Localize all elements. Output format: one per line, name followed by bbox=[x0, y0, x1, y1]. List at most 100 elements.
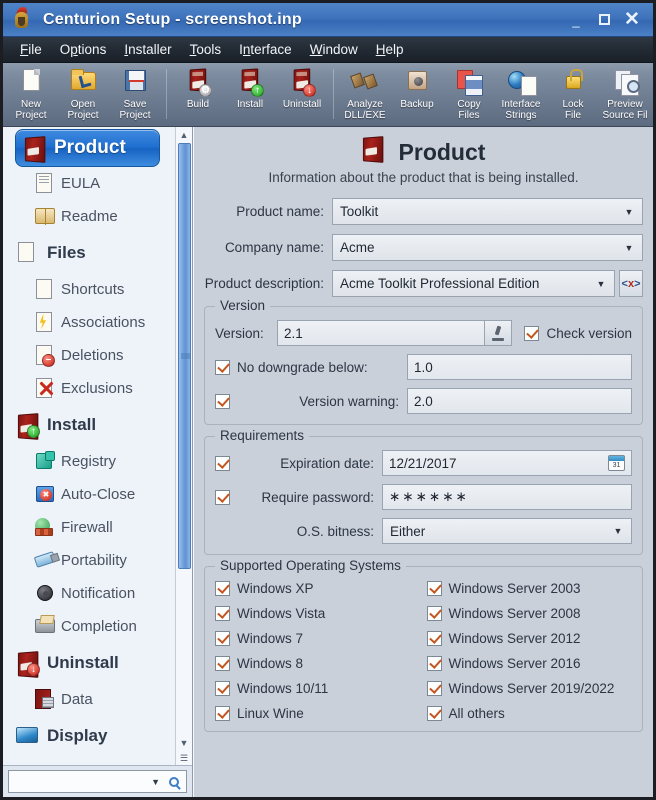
toolbar-backup[interactable]: Backup bbox=[391, 65, 443, 125]
toolbar-copy-files[interactable]: Copy Files bbox=[443, 65, 495, 125]
menu-help[interactable]: Help bbox=[367, 39, 413, 60]
main-panel: Product Information about the product th… bbox=[193, 127, 653, 797]
os-checkbox[interactable] bbox=[215, 681, 230, 696]
sidebar-scrollbar[interactable]: ▲ ▼ ☰ bbox=[175, 127, 192, 765]
chevron-down-icon[interactable]: ▼ bbox=[146, 777, 165, 787]
sidebar-item-notification[interactable]: Notification bbox=[11, 577, 192, 610]
toolbar-build[interactable]: ⚙ Build bbox=[172, 65, 224, 125]
no-downgrade-checkbox[interactable] bbox=[215, 359, 230, 375]
sidebar-item-exclusions[interactable]: Exclusions bbox=[11, 372, 192, 405]
version-warning-checkbox[interactable] bbox=[215, 393, 230, 409]
os-checkbox[interactable] bbox=[426, 681, 442, 696]
microscope-icon[interactable] bbox=[484, 320, 513, 346]
sidebar-item-portability[interactable]: Portability bbox=[11, 544, 192, 577]
scrollbar-thumb[interactable] bbox=[177, 143, 191, 570]
os-checkbox-row[interactable]: Windows Server 2012 bbox=[426, 631, 633, 646]
description-code-button[interactable]: < x > bbox=[619, 270, 643, 297]
company-name-value: Acme bbox=[340, 240, 375, 255]
chevron-down-icon[interactable]: ▼ bbox=[618, 207, 640, 217]
os-checkbox[interactable] bbox=[426, 656, 442, 671]
menu-tools[interactable]: Tools bbox=[181, 39, 231, 60]
check-version-checkbox[interactable] bbox=[524, 325, 540, 341]
maximize-button[interactable] bbox=[591, 8, 617, 32]
version-warning-input[interactable]: 2.0 bbox=[407, 388, 632, 414]
chevron-down-icon[interactable]: ▼ bbox=[176, 735, 193, 751]
menu-file[interactable]: File bbox=[11, 39, 51, 60]
resize-grip-icon[interactable]: ☰ bbox=[176, 751, 193, 765]
chevron-down-icon[interactable]: ▼ bbox=[607, 526, 629, 536]
product-description-combo[interactable]: Acme Toolkit Professional Edition ▼ bbox=[332, 270, 615, 297]
version-warning-label: Version warning: bbox=[299, 393, 399, 409]
close-button[interactable]: ✕ bbox=[619, 8, 645, 32]
sidebar-item-eula[interactable]: EULA bbox=[11, 167, 192, 200]
toolbar-uninstall[interactable]: ↓ Uninstall bbox=[276, 65, 328, 125]
sidebar-item-firewall[interactable]: Firewall bbox=[11, 511, 192, 544]
sidebar-item-install[interactable]: ↑ Install bbox=[11, 405, 192, 445]
sidebar-item-readme[interactable]: Readme bbox=[11, 200, 192, 233]
bitness-combo[interactable]: Either ▼ bbox=[382, 518, 632, 544]
product-name-combo[interactable]: Toolkit ▼ bbox=[332, 198, 643, 225]
search-box[interactable]: ▼ bbox=[8, 770, 187, 793]
os-label: Linux Wine bbox=[237, 706, 304, 721]
os-checkbox-row[interactable]: Windows 7 bbox=[215, 631, 421, 646]
sidebar-item-uninstall[interactable]: ↓ Uninstall bbox=[11, 643, 192, 683]
os-checkbox[interactable] bbox=[215, 581, 230, 596]
check-version-checkbox-row[interactable]: Check version bbox=[524, 325, 632, 341]
sidebar-item-deletions[interactable]: – Deletions bbox=[11, 339, 192, 372]
os-checkbox[interactable] bbox=[215, 656, 230, 671]
os-checkbox[interactable] bbox=[215, 606, 230, 621]
expiration-date-input[interactable]: 12/21/2017 31 bbox=[382, 450, 632, 476]
company-name-combo[interactable]: Acme ▼ bbox=[332, 234, 643, 261]
toolbar-lock-file[interactable]: Lock File bbox=[547, 65, 599, 125]
os-checkbox-row[interactable]: Windows Server 2003 bbox=[426, 581, 633, 596]
menu-options[interactable]: Options bbox=[51, 39, 116, 60]
os-checkbox[interactable] bbox=[215, 706, 230, 721]
expiration-checkbox[interactable] bbox=[215, 455, 230, 471]
sidebar-item-associations[interactable]: Associations bbox=[11, 306, 192, 339]
toolbar-open-project[interactable]: Open Project bbox=[57, 65, 109, 125]
scrollbar-track[interactable] bbox=[177, 143, 192, 735]
toolbar-new-project[interactable]: New Project bbox=[5, 65, 57, 125]
toolbar-preview-source[interactable]: Preview Source Fil bbox=[599, 65, 651, 125]
os-checkbox-row[interactable]: Windows 10/11 bbox=[215, 681, 421, 696]
toolbar-analyze[interactable]: Analyze DLL/EXE bbox=[339, 65, 391, 125]
os-checkbox-row[interactable]: Windows Vista bbox=[215, 606, 421, 621]
os-checkbox[interactable] bbox=[426, 631, 442, 646]
sidebar-item-registry[interactable]: Registry bbox=[11, 445, 192, 478]
magnifier-icon[interactable] bbox=[165, 776, 183, 787]
sidebar-item-auto-close[interactable]: Auto-Close bbox=[11, 478, 192, 511]
os-checkbox[interactable] bbox=[215, 631, 230, 646]
menu-installer[interactable]: Installer bbox=[115, 39, 180, 60]
calendar-icon[interactable]: 31 bbox=[608, 455, 625, 471]
sidebar-item-display[interactable]: Display bbox=[11, 716, 192, 756]
os-checkbox-row[interactable]: Windows 8 bbox=[215, 656, 421, 671]
menu-interface[interactable]: Interface bbox=[230, 39, 301, 60]
os-checkbox-row[interactable]: Windows Server 2008 bbox=[426, 606, 633, 621]
toolbar-save-project[interactable]: Save Project bbox=[109, 65, 161, 125]
require-password-checkbox[interactable] bbox=[215, 489, 230, 505]
window-title: Centurion Setup - screenshot.inp bbox=[43, 10, 302, 28]
chevron-up-icon[interactable]: ▲ bbox=[176, 127, 193, 143]
os-checkbox-row[interactable]: All others bbox=[426, 706, 633, 721]
os-checkbox-row[interactable]: Windows Server 2016 bbox=[426, 656, 633, 671]
toolbar-install[interactable]: ↑ Install bbox=[224, 65, 276, 125]
os-checkbox[interactable] bbox=[426, 581, 442, 596]
version-input[interactable]: 2.1 bbox=[277, 320, 486, 346]
chevron-down-icon[interactable]: ▼ bbox=[618, 243, 640, 253]
sidebar-item-product[interactable]: Product bbox=[15, 129, 160, 167]
sidebar-item-shortcuts[interactable]: Shortcuts bbox=[11, 273, 192, 306]
chevron-down-icon[interactable]: ▼ bbox=[590, 279, 612, 289]
toolbar-interface-strings[interactable]: Interface Strings bbox=[495, 65, 547, 125]
sidebar-item-files[interactable]: Files bbox=[11, 233, 192, 273]
os-checkbox[interactable] bbox=[426, 706, 442, 721]
sidebar-item-data[interactable]: Data bbox=[11, 683, 192, 716]
sidebar-item-completion[interactable]: Completion bbox=[11, 610, 192, 643]
os-checkbox-row[interactable]: Windows Server 2019/2022 bbox=[426, 681, 633, 696]
no-downgrade-input[interactable]: 1.0 bbox=[407, 354, 632, 380]
minimize-button[interactable]: _ bbox=[563, 8, 589, 32]
os-checkbox[interactable] bbox=[426, 606, 442, 621]
os-checkbox-row[interactable]: Windows XP bbox=[215, 581, 421, 596]
menu-window[interactable]: Window bbox=[301, 39, 367, 60]
password-input[interactable]: ∗∗∗∗∗∗ bbox=[382, 484, 632, 510]
os-checkbox-row[interactable]: Linux Wine bbox=[215, 706, 421, 721]
